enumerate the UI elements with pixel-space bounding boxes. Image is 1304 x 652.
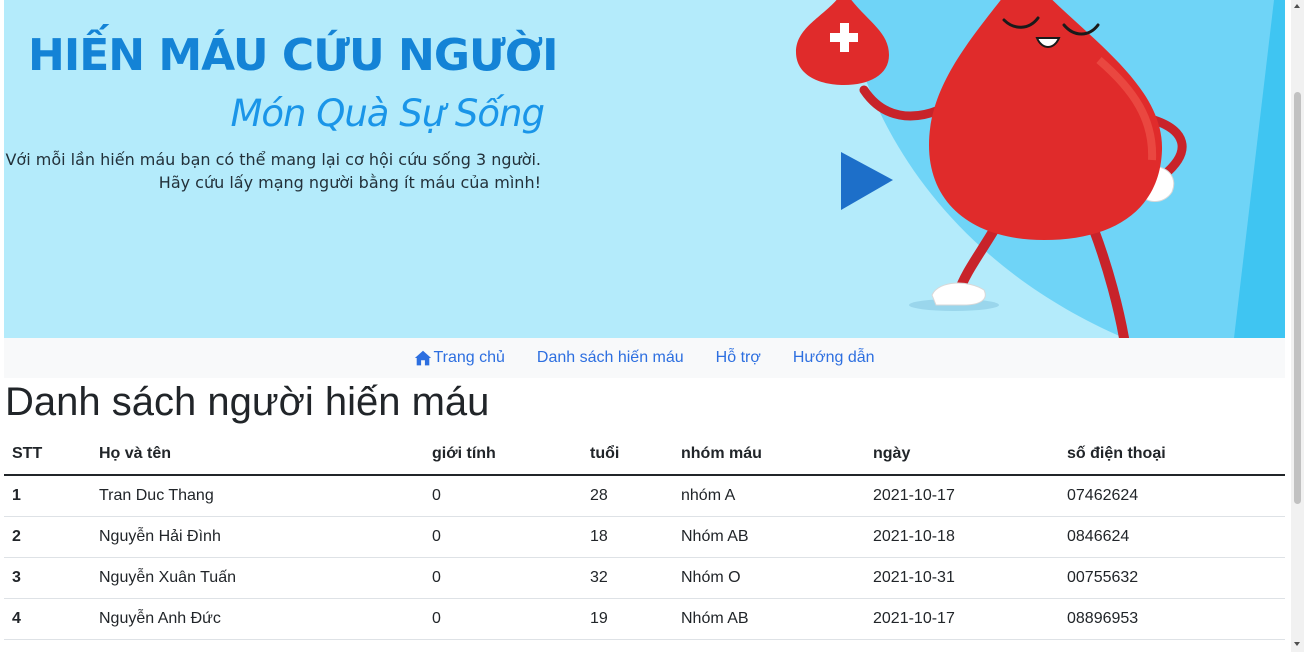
- cell-stt: 2: [4, 516, 91, 558]
- nav-home-link[interactable]: Trang chủ: [398, 349, 520, 367]
- header-age: tuổi: [582, 434, 673, 476]
- hero-banner: HIẾN MÁU CỨU NGƯỜI Món Quà Sự Sống Với m…: [4, 0, 1285, 338]
- cell-age: 32: [582, 557, 673, 599]
- cell-gender: 0: [424, 557, 582, 599]
- cell-date: 2021-10-31: [865, 557, 1059, 599]
- page-title: Danh sách người hiến máu: [5, 380, 490, 424]
- cell-date: 2021-10-18: [865, 516, 1059, 558]
- cell-stt: 4: [4, 598, 91, 640]
- nav-donor-list-link[interactable]: Danh sách hiến máu: [521, 349, 700, 367]
- cell-full-name: Tran Duc Thang: [91, 475, 424, 517]
- cell-phone: 00755632: [1059, 557, 1285, 599]
- header-phone: số điện thoại: [1059, 434, 1285, 476]
- cell-gender: 0: [424, 475, 582, 517]
- table-header-row: STT Họ và tên giới tính tuổi nhóm máu ng…: [4, 434, 1285, 476]
- header-gender: giới tính: [424, 434, 582, 476]
- page: HIẾN MÁU CỨU NGƯỜI Món Quà Sự Sống Với m…: [4, 0, 1285, 652]
- cell-full-name: Nguyễn Xuân Tuấn: [91, 557, 424, 599]
- cell-date: 2021-10-17: [865, 475, 1059, 517]
- table-row: 3 Nguyễn Xuân Tuấn 0 32 Nhóm O 2021-10-3…: [4, 557, 1285, 599]
- cell-blood-group: nhóm A: [673, 475, 865, 517]
- cell-phone: 08896953: [1059, 598, 1285, 640]
- nav-guide-link[interactable]: Hướng dẫn: [777, 349, 891, 367]
- cell-blood-group: Nhóm O: [673, 557, 865, 599]
- header-full-name: Họ và tên: [91, 434, 424, 476]
- scrollbar-thumb[interactable]: [1294, 92, 1301, 504]
- cell-blood-group: Nhóm AB: [673, 516, 865, 558]
- cell-age: 18: [582, 516, 673, 558]
- table-row: 4 Nguyễn Anh Đức 0 19 Nhóm AB 2021-10-17…: [4, 598, 1285, 640]
- cell-date: 2021-10-17: [865, 598, 1059, 640]
- cell-phone: 07462624: [1059, 475, 1285, 517]
- main-navbar: Trang chủ Danh sách hiến máu Hỗ trợ Hướn…: [4, 338, 1285, 378]
- cell-blood-group: Nhóm AB: [673, 598, 865, 640]
- home-icon: [415, 350, 432, 366]
- nav-support-link[interactable]: Hỗ trợ: [700, 349, 777, 367]
- cell-age: 28: [582, 475, 673, 517]
- table-row: 2 Nguyễn Hải Đình 0 18 Nhóm AB 2021-10-1…: [4, 516, 1285, 558]
- header-stt: STT: [4, 434, 91, 476]
- cell-stt: 1: [4, 475, 91, 517]
- cell-gender: 0: [424, 516, 582, 558]
- nav-home-label: Trang chủ: [433, 349, 505, 366]
- cell-stt: 3: [4, 557, 91, 599]
- vertical-scrollbar[interactable]: [1291, 0, 1304, 652]
- cell-phone: 0846624: [1059, 516, 1285, 558]
- blood-drop-mascot-icon: [796, 0, 1187, 338]
- scroll-up-arrow-icon[interactable]: [1294, 4, 1300, 8]
- table-row: 1 Tran Duc Thang 0 28 nhóm A 2021-10-17 …: [4, 475, 1285, 517]
- cell-gender: 0: [424, 598, 582, 640]
- scroll-down-arrow-icon[interactable]: [1294, 642, 1300, 646]
- cell-age: 19: [582, 598, 673, 640]
- header-date: ngày: [865, 434, 1059, 476]
- donor-table: STT Họ và tên giới tính tuổi nhóm máu ng…: [4, 434, 1285, 640]
- cell-full-name: Nguyễn Anh Đức: [91, 598, 424, 640]
- cell-full-name: Nguyễn Hải Đình: [91, 516, 424, 558]
- header-blood-group: nhóm máu: [673, 434, 865, 476]
